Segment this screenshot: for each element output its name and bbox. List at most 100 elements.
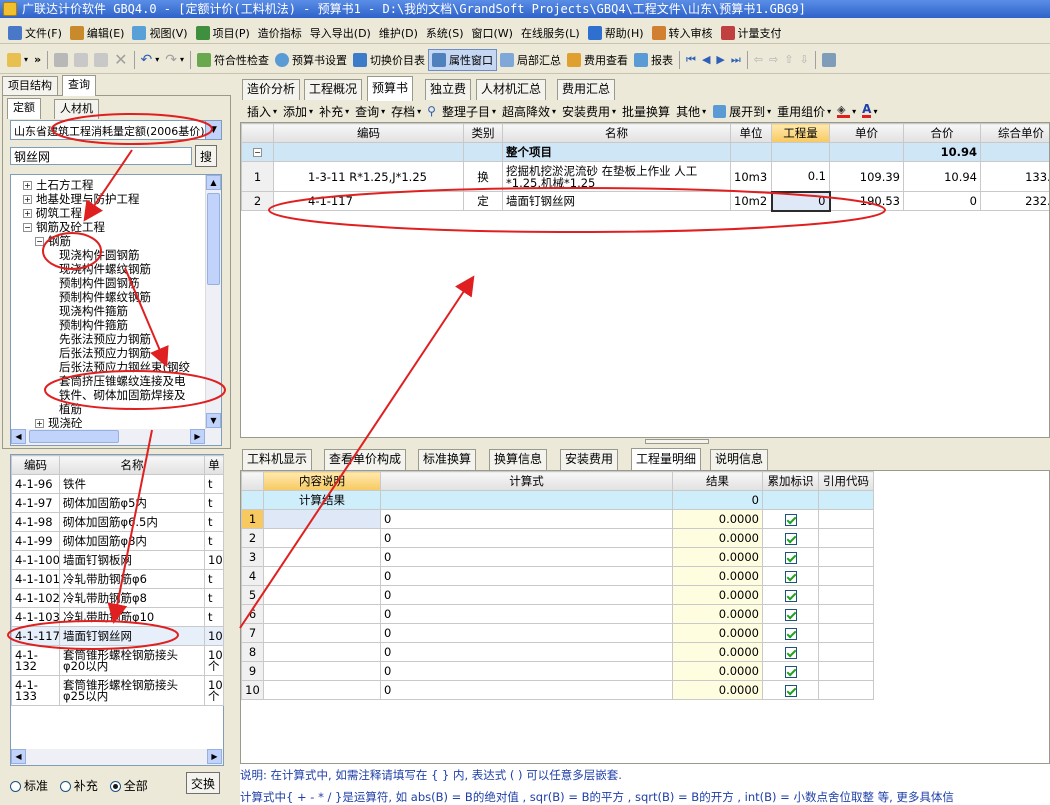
cell-unit[interactable]: 10m3 — [730, 161, 772, 192]
budget-tool-1[interactable]: 添加 ▾ — [280, 103, 316, 120]
cell-formula[interactable]: 0 — [380, 509, 673, 529]
cell-name[interactable]: 墙面钉钢丝网 — [502, 191, 731, 211]
first-button[interactable]: ⏮ — [683, 49, 699, 71]
list-item[interactable]: 4-1-117墙面钉钢丝网10m — [11, 626, 224, 646]
budget-tool-11[interactable]: 重用组价 ▾ — [774, 103, 834, 120]
cell-description[interactable] — [263, 642, 381, 662]
expand-icon[interactable]: + — [35, 419, 44, 428]
budget-tool-6[interactable]: 超高降效 ▾ — [499, 103, 559, 120]
detail-row[interactable]: 8 0 0.0000 — [241, 642, 874, 662]
tab-query[interactable]: 查询 — [62, 75, 96, 96]
tab-main-2[interactable]: 预算书 — [367, 76, 414, 101]
budget-tool-5[interactable]: 整理子目 ▾ — [439, 103, 499, 120]
menu-item-11[interactable]: 转入审核 — [648, 23, 717, 43]
tab-detail-0[interactable]: 工料机显示 — [242, 449, 313, 470]
budget-tool-10[interactable]: 展开到 ▾ — [726, 103, 774, 120]
collapse-icon[interactable]: − — [35, 237, 44, 246]
scroll-left-icon[interactable]: ◀ — [11, 749, 26, 764]
tree-node[interactable]: 后张法预应力钢丝束(钢绞 — [59, 360, 190, 374]
tree-vscrollbar[interactable]: ▲ ▼ — [205, 175, 221, 429]
tree-node[interactable]: 预制构件圆钢筋 — [59, 276, 140, 290]
tree-node[interactable]: + 土石方工程 — [23, 178, 94, 192]
tree-node[interactable]: − 钢筋及砼工程 — [23, 220, 105, 234]
cell-unit_price[interactable]: 133.3 — [980, 161, 1049, 192]
budget-tool-7[interactable]: 安装费用 ▾ — [559, 103, 619, 120]
switch-price-button[interactable]: 切换价目表 — [350, 49, 428, 71]
tab-main-1[interactable]: 工程概况 — [304, 79, 363, 100]
cut-button[interactable] — [51, 49, 71, 71]
redo-button[interactable]: ↷ ▾ — [162, 49, 187, 71]
search-button[interactable]: 搜 — [195, 145, 217, 167]
list-item[interactable]: 4-1-97 砌体加固筋φ5内 t — [11, 493, 224, 513]
budget-tool-9[interactable]: 其他 ▾ — [673, 103, 709, 120]
font-color-button[interactable]: A ▾ — [859, 103, 880, 118]
header-name[interactable]: 名称 — [59, 455, 205, 475]
cell-formula[interactable]: 0 — [380, 642, 673, 662]
scroll-down-icon[interactable]: ▼ — [206, 413, 221, 428]
radio-all[interactable]: 全部 — [109, 779, 148, 793]
accumulate-checkbox[interactable] — [784, 589, 797, 602]
cell-description[interactable] — [263, 604, 381, 624]
compliance-check-button[interactable]: 符合性检查 — [194, 49, 272, 71]
accumulate-checkbox[interactable] — [784, 665, 797, 678]
tab-materials[interactable]: 人材机 — [54, 99, 99, 119]
header-unit-price[interactable]: 综合单价 — [980, 123, 1049, 143]
detail-row[interactable]: 5 0 0.0000 — [241, 585, 874, 605]
list-hscrollbar[interactable]: ◀ ▶ — [11, 749, 223, 765]
list-item[interactable]: 4-1-100墙面钉钢板网10m — [11, 550, 224, 570]
cell-description[interactable] — [263, 509, 381, 529]
tab-main-4[interactable]: 人材机汇总 — [476, 79, 547, 100]
tree-node[interactable]: − 钢筋 — [35, 234, 71, 248]
cell-accumulate[interactable] — [762, 623, 819, 643]
scroll-left-icon[interactable]: ◀ — [11, 429, 26, 444]
menu-item-2[interactable]: 视图(V) — [128, 23, 191, 43]
header-ref-code[interactable]: 引用代码 — [818, 471, 874, 491]
detail-row[interactable]: 1 0 0.0000 — [241, 509, 874, 529]
cell-formula[interactable]: 0 — [380, 661, 673, 681]
tree-node[interactable]: 套筒挤压锥螺纹连接及电 — [59, 374, 186, 388]
cell-unit[interactable]: 10m2 — [730, 191, 772, 211]
tree-node[interactable]: 现浇构件圆钢筋 — [59, 248, 140, 262]
prev-button[interactable]: ◀ — [699, 49, 713, 71]
tab-detail-4[interactable]: 安装费用 — [560, 449, 619, 470]
move-left-button[interactable]: ⇦ — [751, 49, 766, 71]
cell-description[interactable] — [263, 661, 381, 681]
accumulate-checkbox[interactable] — [784, 570, 797, 583]
header-accumulate[interactable]: 累加标识 — [762, 471, 819, 491]
detail-row[interactable]: 4 0 0.0000 — [241, 566, 874, 586]
cell-formula[interactable]: 0 — [380, 528, 673, 548]
cell-code[interactable]: 1-3-11 R*1.25,J*1.25 — [273, 161, 464, 192]
menu-item-12[interactable]: 计量支付 — [717, 23, 786, 43]
quota-library-select[interactable]: 山东省建筑工程消耗量定额(2006基价) ▼ — [10, 120, 222, 140]
partial-summary-button[interactable]: 局部汇总 — [497, 49, 564, 71]
tab-main-0[interactable]: 造价分析 — [242, 79, 301, 100]
cell-ref-code[interactable] — [818, 642, 874, 662]
tree-node[interactable]: 后张法预应力钢筋 — [59, 346, 151, 360]
cell-ref-code[interactable] — [818, 509, 874, 529]
cell-accumulate[interactable] — [762, 566, 819, 586]
tree-node[interactable]: + 砌筑工程 — [23, 206, 82, 220]
menu-item-0[interactable]: 文件(F) — [4, 23, 66, 43]
report-button[interactable]: 报表 — [631, 49, 676, 71]
open-folder-button[interactable]: ▾ — [4, 49, 31, 71]
collapse-toggle[interactable]: − — [241, 142, 274, 162]
tree-node[interactable]: + 地基处理与防护工程 — [23, 192, 140, 206]
expand-icon[interactable]: + — [23, 209, 32, 218]
paste-button[interactable] — [91, 49, 111, 71]
tab-detail-3[interactable]: 换算信息 — [489, 449, 548, 470]
header-result[interactable]: 结果 — [672, 471, 763, 491]
cell-ref-code[interactable] — [818, 604, 874, 624]
accumulate-checkbox[interactable] — [784, 627, 797, 640]
cell-ref-code[interactable] — [818, 680, 874, 700]
move-up-button[interactable]: ⇧ — [781, 49, 796, 71]
move-right-button[interactable]: ⇨ — [766, 49, 781, 71]
cell-total[interactable]: 0 — [903, 191, 981, 211]
move-down-button[interactable]: ⇩ — [796, 49, 811, 71]
tree-node[interactable]: 植筋 — [59, 402, 82, 416]
tree-node[interactable]: + 现浇砼 — [35, 416, 83, 430]
cell-formula[interactable]: 0 — [380, 680, 673, 700]
cell-accumulate[interactable] — [762, 509, 819, 529]
radio-supplement[interactable]: 补充 — [59, 779, 98, 793]
tab-detail-1[interactable]: 查看单价构成 — [324, 449, 407, 470]
tree-node[interactable]: 铁件、砌体加固筋焊接及 — [59, 388, 186, 402]
